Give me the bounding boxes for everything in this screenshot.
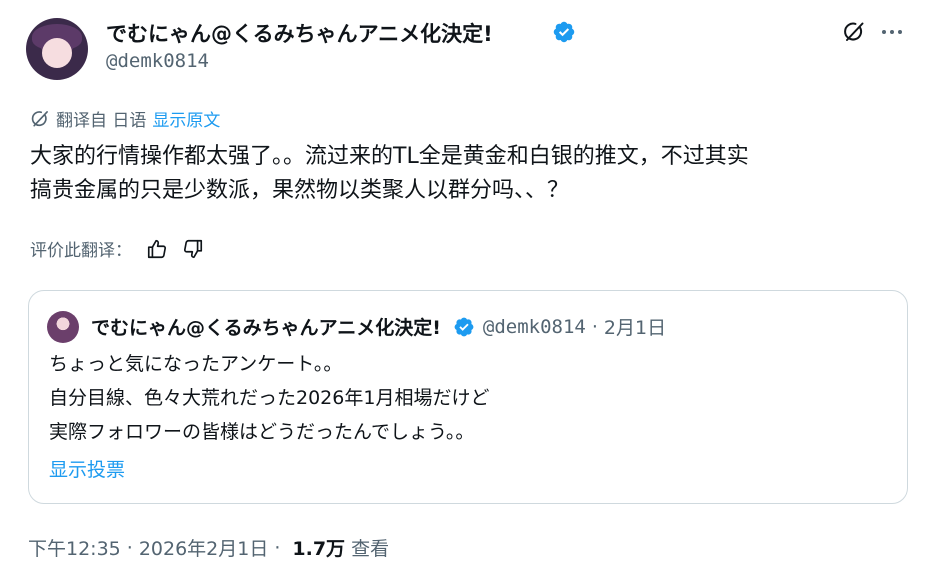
show-original-link[interactable]: 显示原文: [152, 106, 220, 131]
avatar-face: [42, 38, 72, 68]
translated-from-label: 翻译自 日语: [56, 111, 147, 131]
author-display-name[interactable]: でむにゃん@くるみちゃんアニメ化決定!: [106, 18, 493, 48]
quoted-text-line: ちょっと気になったアンケート。。: [49, 353, 343, 375]
tweet-date[interactable]: 2026年2月1日: [139, 534, 269, 561]
author-avatar[interactable]: [26, 18, 88, 80]
thumbs-up-icon[interactable]: [146, 238, 168, 260]
verified-badge-icon: [553, 21, 575, 43]
thumbs-down-icon[interactable]: [182, 238, 204, 260]
meta-separator: ·: [126, 536, 133, 559]
tweet-meta-row: 下午12:35 · 2026年2月1日 · 1.7万 查看: [28, 534, 389, 561]
quoted-tweet-card[interactable]: でむにゃん@くるみちゃんアニメ化決定! @demk0814 · 2月1日 ちょっ…: [28, 290, 908, 504]
quoted-date[interactable]: 2月1日: [604, 313, 666, 340]
author-handle[interactable]: @demk0814: [106, 50, 209, 72]
rate-translation-row: 评价此翻译：: [30, 236, 204, 261]
quoted-separator: ·: [591, 315, 598, 338]
quoted-tweet-text: ちょっと気になったアンケート。。 自分目線、色々大荒れだった2026年1月相場だ…: [49, 347, 489, 449]
quoted-author-avatar[interactable]: [47, 311, 79, 343]
tweet-time[interactable]: 下午12:35: [28, 534, 121, 561]
quoted-author-handle[interactable]: @demk0814: [483, 316, 586, 338]
quoted-author-display-name[interactable]: でむにゃん@くるみちゃんアニメ化決定!: [91, 313, 441, 340]
views-label: 查看: [351, 538, 390, 560]
rate-translation-label: 评价此翻译：: [30, 241, 132, 261]
tweet-text: 大家的行情操作都太强了。。流过来的TL全是黄金和白银的推文，不过其实 搞贵金属的…: [30, 140, 910, 208]
quoted-text-line: 実際フォロワーの皆様はどうだったんでしょう。。: [49, 421, 475, 443]
meta-separator: ·: [274, 536, 281, 559]
translate-icon: [31, 110, 48, 126]
tweet-text-line: 大家的行情操作都太强了。。流过来的TL全是黄金和白银的推文，不过其实: [30, 144, 749, 169]
quoted-tweet-header: でむにゃん@くるみちゃんアニメ化決定! @demk0814 · 2月1日: [91, 313, 666, 340]
view-count: 1.7万: [292, 538, 346, 560]
translation-row: 翻译自 日语 显示原文: [30, 106, 220, 131]
verified-badge-icon: [454, 317, 474, 336]
more-icon[interactable]: [880, 20, 904, 44]
tweet-text-line: 搞贵金属的只是少数派，果然物以类聚人以群分吗、、？: [30, 178, 570, 203]
grok-icon[interactable]: [842, 20, 866, 44]
show-poll-link[interactable]: 显示投票: [49, 455, 125, 482]
quoted-text-line: 自分目線、色々大荒れだった2026年1月相場だけど: [49, 387, 490, 409]
